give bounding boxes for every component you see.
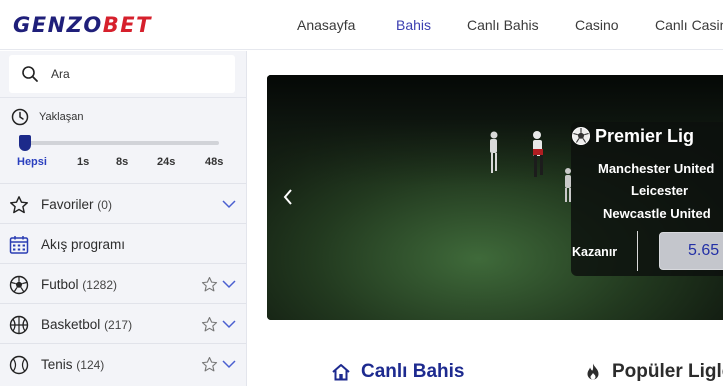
odd-button[interactable]: 5.65 (659, 232, 723, 270)
soccer-ball-icon (572, 127, 590, 145)
team-name: Leicester (631, 183, 689, 198)
search-input[interactable] (51, 65, 221, 83)
search-box[interactable] (9, 55, 235, 93)
sidebar-item-tenis[interactable]: Tenis (124) (0, 343, 246, 383)
chevron-down-icon[interactable] (222, 199, 236, 209)
time-slider-handle[interactable] (19, 135, 31, 151)
time-option-24s[interactable]: 24s (157, 156, 175, 168)
time-option-8s[interactable]: 8s (116, 156, 128, 168)
sidebar-item-label: Tenis (124) (41, 357, 104, 372)
logo-text-main: GENZO (13, 13, 103, 37)
popular-leagues-title[interactable]: Popüler Ligler (612, 361, 723, 383)
star-icon (10, 196, 28, 214)
time-option-1s[interactable]: 1s (77, 156, 89, 168)
sidebar-item-label: Basketbol (217) (41, 317, 132, 332)
nav-canli-casino[interactable]: Canlı Casino (655, 17, 723, 33)
divider (637, 231, 638, 271)
favorite-star-icon[interactable] (201, 316, 218, 333)
sidebar-item-akis-programi[interactable]: Akış programı (0, 223, 246, 263)
logo-text-accent: BET (102, 13, 152, 37)
time-slider-options: Hepsi 1s 8s 24s 48s (0, 156, 246, 172)
home-icon (332, 364, 350, 381)
live-betting-title[interactable]: Canlı Bahis (361, 361, 464, 383)
fire-icon (587, 363, 599, 380)
tenis-count: (124) (76, 358, 105, 372)
sidebar-item-favoriler[interactable]: Favoriler (0) (0, 183, 246, 223)
favorite-star-icon[interactable] (201, 276, 218, 293)
favoriler-count: (0) (97, 198, 112, 212)
futbol-count: (1282) (82, 278, 117, 292)
time-option-48s[interactable]: 48s (205, 156, 223, 168)
sidebar-item-label: Futbol (1282) (41, 277, 117, 292)
league-name: Premier Lig (595, 126, 695, 146)
basketball-icon (9, 315, 29, 335)
sidebar-item-basketbol[interactable]: Basketbol (217) (0, 303, 246, 343)
futbol-label: Futbol (41, 277, 79, 292)
basketbol-label: Basketbol (41, 317, 101, 332)
favorite-star-icon[interactable] (201, 356, 218, 373)
nav-canli-bahis[interactable]: Canlı Bahis (467, 17, 539, 33)
chevron-left-icon[interactable] (281, 187, 295, 207)
favoriler-label: Favoriler (41, 197, 94, 212)
calendar-icon (9, 236, 29, 254)
genzobet-logo[interactable]: GENZOBET (13, 13, 152, 37)
nav-casino[interactable]: Casino (575, 17, 619, 33)
match-card[interactable]: Premier Lig Manchester United Leicester … (571, 122, 723, 276)
chevron-down-icon[interactable] (222, 359, 236, 369)
search-icon (22, 66, 38, 82)
chevron-down-icon[interactable] (222, 319, 236, 329)
nav-anasayfa[interactable]: Anasayfa (297, 17, 355, 33)
sports-sidebar: Yaklaşan Hepsi 1s 8s 24s 48s Favoriler (… (0, 51, 247, 386)
akis-programi-label: Akış programı (41, 237, 126, 252)
sidebar-item-futbol[interactable]: Futbol (1282) (0, 263, 246, 303)
market-label: Kazanır (572, 245, 618, 259)
sidebar-item-label: Favoriler (0) (41, 197, 112, 212)
tennis-ball-icon (9, 355, 29, 375)
time-option-hepsi[interactable]: Hepsi (17, 156, 47, 168)
odd-value: 5.65 (688, 242, 720, 259)
team-name: Newcastle United (603, 206, 711, 221)
soccer-ball-icon (9, 275, 29, 295)
tenis-label: Tenis (41, 357, 73, 372)
upcoming-label: Yaklaşan (39, 111, 84, 123)
basketbol-count: (217) (104, 318, 133, 332)
chevron-down-icon[interactable] (222, 279, 236, 289)
top-header: GENZOBET Anasayfa Bahis Canlı Bahis Casi… (0, 0, 723, 50)
time-slider-track[interactable] (20, 141, 219, 145)
nav-bahis[interactable]: Bahis (396, 17, 431, 33)
clock-icon (11, 108, 29, 126)
promo-banner[interactable]: Premier Lig Manchester United Leicester … (267, 75, 723, 320)
team-name: Manchester United (598, 161, 715, 176)
